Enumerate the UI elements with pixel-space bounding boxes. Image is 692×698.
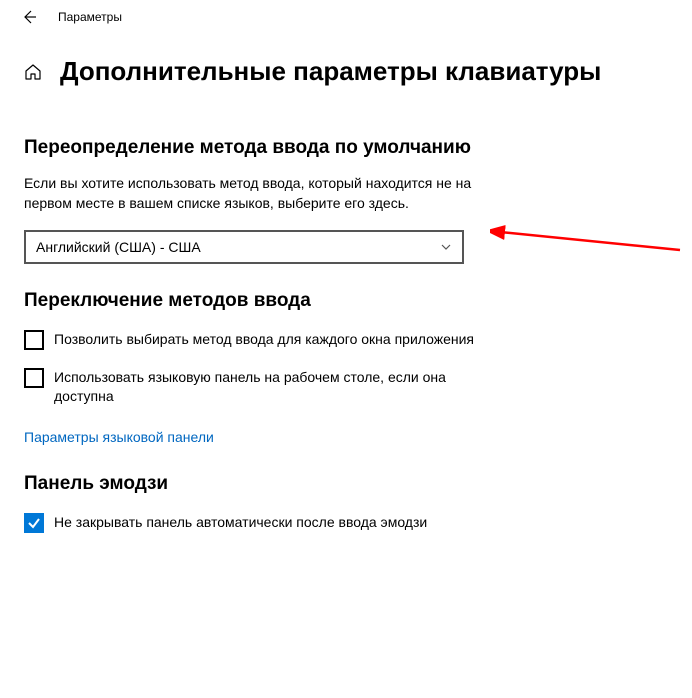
- default-input-method-dropdown[interactable]: Английский (США) - США: [24, 230, 464, 264]
- checkbox-per-window-input[interactable]: [24, 330, 44, 350]
- page-title: Дополнительные параметры клавиатуры: [60, 56, 601, 87]
- dropdown-selected-value: Английский (США) - США: [36, 239, 201, 255]
- check-icon: [27, 516, 41, 530]
- chevron-down-icon: [440, 241, 452, 253]
- checkbox-language-bar[interactable]: [24, 368, 44, 388]
- section-switching-title: Переключение методов ввода: [24, 290, 668, 312]
- checkbox-emoji-label: Не закрывать панель автоматически после …: [54, 513, 427, 533]
- language-bar-options-link[interactable]: Параметры языковой панели: [24, 429, 214, 445]
- checkbox-per-window-label: Позволить выбирать метод ввода для каждо…: [54, 330, 474, 350]
- checkbox-language-bar-label: Использовать языковую панель на рабочем …: [54, 368, 504, 407]
- home-icon[interactable]: [24, 63, 42, 81]
- back-icon[interactable]: [20, 8, 38, 26]
- override-description: Если вы хотите использовать метод ввода,…: [24, 173, 504, 214]
- window-title: Параметры: [58, 10, 122, 24]
- section-override-title: Переопределение метода ввода по умолчани…: [24, 137, 668, 159]
- section-emoji-title: Панель эмодзи: [24, 473, 668, 495]
- checkbox-emoji-panel-keep-open[interactable]: [24, 513, 44, 533]
